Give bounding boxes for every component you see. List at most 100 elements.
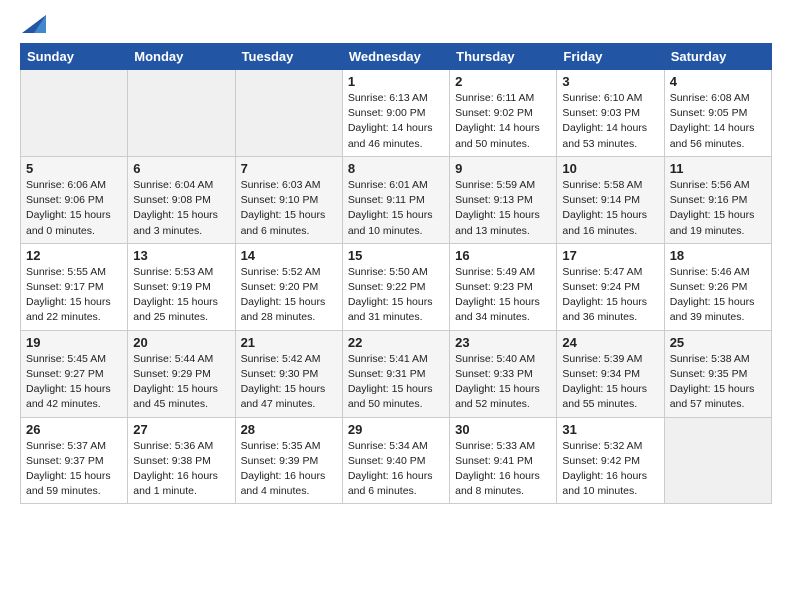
day-number: 2 <box>455 74 551 89</box>
daylight-hours-label: Daylight: 14 hours <box>670 121 766 136</box>
calendar-day-17: 17Sunrise: 5:47 AMSunset: 9:24 PMDayligh… <box>557 243 664 330</box>
daylight-minutes-info: and 4 minutes. <box>241 484 337 499</box>
daylight-minutes-info: and 42 minutes. <box>26 397 122 412</box>
sunrise-info: Sunrise: 5:47 AM <box>562 265 658 280</box>
calendar-day-4: 4Sunrise: 6:08 AMSunset: 9:05 PMDaylight… <box>664 70 771 157</box>
day-number: 6 <box>133 161 229 176</box>
calendar-day-5: 5Sunrise: 6:06 AMSunset: 9:06 PMDaylight… <box>21 156 128 243</box>
daylight-minutes-info: and 22 minutes. <box>26 310 122 325</box>
day-number: 21 <box>241 335 337 350</box>
calendar-empty-cell <box>235 70 342 157</box>
daylight-hours-label: Daylight: 15 hours <box>241 208 337 223</box>
sunrise-info: Sunrise: 5:44 AM <box>133 352 229 367</box>
day-number: 7 <box>241 161 337 176</box>
daylight-minutes-info: and 53 minutes. <box>562 137 658 152</box>
calendar-day-22: 22 Sunrise: 5:41 AMSunset: 9:31 PMDayligh… <box>342 330 449 417</box>
calendar-week-row: 12Sunrise: 5:55 AMSunset: 9:17 PMDayligh… <box>21 243 772 330</box>
calendar-header-wednesday: Wednesday <box>342 44 449 70</box>
sunset-info: Sunset: 9:00 PM <box>348 106 444 121</box>
daylight-minutes-info: and 10 minutes. <box>348 224 444 239</box>
calendar-day-28: 28Sunrise: 5:35 AMSunset: 9:39 PMDayligh… <box>235 417 342 504</box>
sunset-info: Sunset: 9:39 PM <box>241 454 337 469</box>
daylight-hours-label: Daylight: 15 hours <box>26 382 122 397</box>
sunrise-info: Sunrise: 5:38 AM <box>670 352 766 367</box>
calendar-day-9: 9Sunrise: 5:59 AMSunset: 9:13 PMDaylight… <box>450 156 557 243</box>
sunset-info: Sunset: 9:26 PM <box>670 280 766 295</box>
sunrise-info: Sunrise: 5:58 AM <box>562 178 658 193</box>
sunrise-info: Sunrise: 6:06 AM <box>26 178 122 193</box>
sunrise-info: Sunrise: 6:03 AM <box>241 178 337 193</box>
calendar-day-29: 29Sunrise: 5:34 AMSunset: 9:40 PMDayligh… <box>342 417 449 504</box>
daylight-hours-label: Daylight: 15 hours <box>26 469 122 484</box>
daylight-hours-label: Daylight: 15 hours <box>133 382 229 397</box>
logo <box>20 15 46 33</box>
sunrise-info: Sunrise: 5:36 AM <box>133 439 229 454</box>
day-number: 16 <box>455 248 551 263</box>
day-number: 29 <box>348 422 444 437</box>
calendar-day-6: 6Sunrise: 6:04 AMSunset: 9:08 PMDaylight… <box>128 156 235 243</box>
daylight-hours-label: Daylight: 15 hours <box>241 382 337 397</box>
sunrise-info: Sunrise: 5:50 AM <box>348 265 444 280</box>
calendar-header-saturday: Saturday <box>664 44 771 70</box>
daylight-minutes-info: and 10 minutes. <box>562 484 658 499</box>
sunrise-info: Sunrise: 5:32 AM <box>562 439 658 454</box>
daylight-minutes-info: and 50 minutes. <box>455 137 551 152</box>
daylight-minutes-info: and 45 minutes. <box>133 397 229 412</box>
sunset-info: Sunset: 9:37 PM <box>26 454 122 469</box>
calendar-day-8: 8Sunrise: 6:01 AMSunset: 9:11 PMDaylight… <box>342 156 449 243</box>
calendar-header-thursday: Thursday <box>450 44 557 70</box>
sunrise-info: Sunrise: 5:46 AM <box>670 265 766 280</box>
sunrise-info: Sunrise: 5:33 AM <box>455 439 551 454</box>
sunset-info: Sunset: 9:34 PM <box>562 367 658 382</box>
sunset-info: Sunset: 9:22 PM <box>348 280 444 295</box>
daylight-hours-label: Daylight: 14 hours <box>455 121 551 136</box>
calendar-empty-cell <box>21 70 128 157</box>
sunrise-info: Sunrise: 6:13 AM <box>348 91 444 106</box>
daylight-minutes-info: and 36 minutes. <box>562 310 658 325</box>
day-number: 18 <box>670 248 766 263</box>
calendar-day-21: 21Sunrise: 5:42 AMSunset: 9:30 PMDayligh… <box>235 330 342 417</box>
sunset-info: Sunset: 9:29 PM <box>133 367 229 382</box>
daylight-minutes-info: and 47 minutes. <box>241 397 337 412</box>
daylight-minutes-info: and 55 minutes. <box>562 397 658 412</box>
header <box>20 15 772 33</box>
calendar-header-friday: Friday <box>557 44 664 70</box>
daylight-hours-label: Daylight: 16 hours <box>241 469 337 484</box>
calendar-day-25: 25Sunrise: 5:38 AMSunset: 9:35 PMDayligh… <box>664 330 771 417</box>
day-number: 8 <box>348 161 444 176</box>
day-number: 17 <box>562 248 658 263</box>
daylight-hours-label: Daylight: 15 hours <box>26 208 122 223</box>
sunset-info: Sunset: 9:08 PM <box>133 193 229 208</box>
calendar-day-1: 1Sunrise: 6:13 AMSunset: 9:00 PMDaylight… <box>342 70 449 157</box>
calendar-day-12: 12Sunrise: 5:55 AMSunset: 9:17 PMDayligh… <box>21 243 128 330</box>
daylight-minutes-info: and 16 minutes. <box>562 224 658 239</box>
sunset-info: Sunset: 9:17 PM <box>26 280 122 295</box>
calendar-day-2: 2Sunrise: 6:11 AMSunset: 9:02 PMDaylight… <box>450 70 557 157</box>
daylight-minutes-info: and 28 minutes. <box>241 310 337 325</box>
calendar-empty-cell <box>664 417 771 504</box>
day-number: 24 <box>562 335 658 350</box>
day-number: 19 <box>26 335 122 350</box>
day-number: 9 <box>455 161 551 176</box>
day-number: 26 <box>26 422 122 437</box>
daylight-minutes-info: and 6 minutes. <box>241 224 337 239</box>
daylight-minutes-info: and 3 minutes. <box>133 224 229 239</box>
day-number: 14 <box>241 248 337 263</box>
sunrise-info: Sunrise: 5:41 AM <box>348 352 444 367</box>
calendar-day-18: 18 Sunrise: 5:46 AMSunset: 9:26 PMDayligh… <box>664 243 771 330</box>
sunset-info: Sunset: 9:31 PM <box>348 367 444 382</box>
daylight-hours-label: Daylight: 15 hours <box>348 295 444 310</box>
calendar-day-7: 7Sunrise: 6:03 AMSunset: 9:10 PMDaylight… <box>235 156 342 243</box>
daylight-hours-label: Daylight: 15 hours <box>455 295 551 310</box>
daylight-hours-label: Daylight: 15 hours <box>562 382 658 397</box>
daylight-hours-label: Daylight: 15 hours <box>348 382 444 397</box>
sunrise-info: Sunrise: 5:45 AM <box>26 352 122 367</box>
day-number: 22 <box>348 335 444 350</box>
day-number: 3 <box>562 74 658 89</box>
calendar-week-row: 1Sunrise: 6:13 AMSunset: 9:00 PMDaylight… <box>21 70 772 157</box>
sunset-info: Sunset: 9:11 PM <box>348 193 444 208</box>
sunset-info: Sunset: 9:40 PM <box>348 454 444 469</box>
daylight-hours-label: Daylight: 16 hours <box>348 469 444 484</box>
sunrise-info: Sunrise: 5:55 AM <box>26 265 122 280</box>
daylight-hours-label: Daylight: 15 hours <box>670 295 766 310</box>
